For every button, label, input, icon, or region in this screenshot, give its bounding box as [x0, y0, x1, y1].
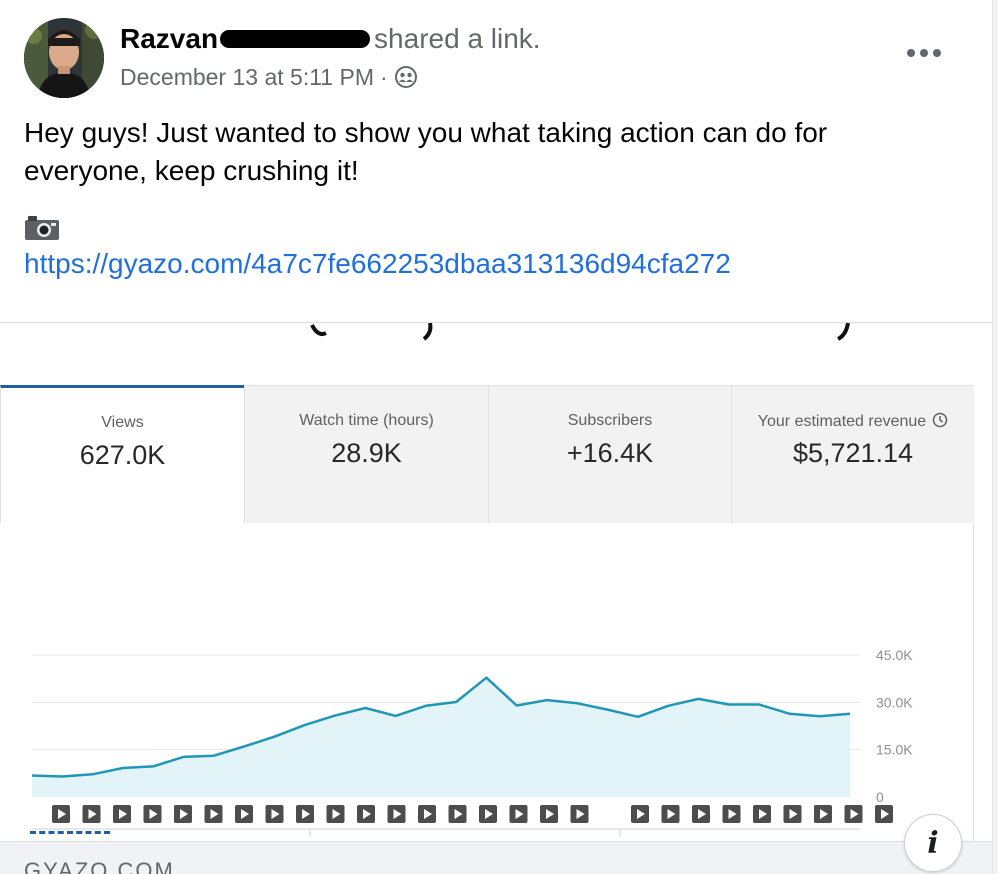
post-meta: December 13 at 5:11 PM ·	[120, 62, 418, 92]
tab-revenue[interactable]: Your estimated revenue $5,721.14	[731, 385, 974, 523]
views-area	[32, 677, 850, 797]
friends-icon[interactable]	[394, 65, 418, 89]
video-marker-icon[interactable]	[296, 805, 314, 823]
video-marker-icon[interactable]	[143, 805, 162, 823]
video-marker-icon[interactable]	[814, 805, 832, 823]
tab-value: $5,721.14	[792, 438, 914, 468]
cropped-heading-fragment	[310, 323, 850, 341]
y-tick-label: 0	[876, 789, 884, 805]
preview-footer-mark	[30, 831, 110, 835]
camera-icon	[24, 214, 60, 242]
preview-site: GYAZO.COM	[24, 858, 175, 874]
more-options-button[interactable]	[900, 36, 948, 72]
post-link[interactable]: https://gyazo.com/4a7c7fe662253dbaa31313…	[24, 246, 731, 282]
tab-subscribers[interactable]: Subscribers +16.4K	[488, 385, 731, 523]
analytics-panel: Views 627.0K Watch time (hours) 28.9K Su…	[0, 385, 974, 874]
link-preview[interactable]: Views 627.0K Watch time (hours) 28.9K Su…	[0, 323, 992, 874]
y-tick-label: 30.0K	[876, 694, 913, 710]
video-marker-icon[interactable]	[570, 805, 589, 823]
tab-value: +16.4K	[566, 438, 654, 468]
video-marker-icon[interactable]	[479, 805, 497, 823]
tab-label: Your estimated revenue	[732, 412, 974, 431]
post-text: Hey guys! Just wanted to show you what t…	[24, 117, 828, 186]
video-marker-icon[interactable]	[82, 805, 101, 823]
tab-label: Views	[101, 414, 144, 431]
video-marker-icon[interactable]	[357, 805, 375, 823]
tab-label: Subscribers	[567, 412, 653, 429]
video-marker-icon[interactable]	[722, 805, 741, 823]
tab-value: 28.9K	[331, 438, 402, 468]
post-header: Razvan shared a link.	[120, 22, 541, 56]
video-marker-icon[interactable]	[52, 805, 70, 823]
video-marker-icon[interactable]	[418, 805, 436, 823]
video-marker-icon[interactable]	[875, 805, 893, 823]
author-avatar[interactable]	[24, 18, 104, 98]
metric-tabs: Views 627.0K Watch time (hours) 28.9K Su…	[0, 385, 974, 523]
video-marker-icon[interactable]	[448, 805, 467, 823]
video-marker-icon[interactable]	[235, 805, 253, 823]
more-options-icon	[906, 45, 942, 63]
author-name[interactable]: Razvan	[120, 23, 218, 54]
clock-icon	[932, 412, 948, 428]
video-marker-icon[interactable]	[509, 805, 528, 823]
post-card: Razvan shared a link. December 13 at 5:11…	[0, 0, 998, 874]
views-chart-svg: 45.0K 30.0K 15.0K 0	[31, 647, 913, 837]
video-marker-icon[interactable]	[540, 805, 558, 823]
post-timestamp[interactable]: December 13 at 5:11 PM	[120, 62, 374, 92]
redaction-mark	[220, 29, 371, 48]
tab-views[interactable]: Views 627.0K	[0, 385, 244, 523]
video-marker-icon[interactable]	[844, 805, 863, 823]
video-marker-icon[interactable]	[265, 805, 284, 823]
tab-value: 627.0K	[79, 440, 166, 470]
video-marker-icon[interactable]	[631, 805, 649, 823]
video-marker-icon[interactable]	[113, 805, 131, 823]
info-icon: i	[927, 825, 939, 861]
y-tick-label: 45.0K	[876, 647, 913, 663]
y-tick-label: 15.0K	[876, 742, 913, 758]
video-marker-icon[interactable]	[204, 805, 223, 823]
meta-separator: ·	[379, 64, 388, 90]
tab-label: Watch time (hours)	[299, 412, 434, 429]
action-text: shared a link.	[374, 23, 541, 54]
video-marker-icon[interactable]	[692, 805, 710, 823]
video-marker-icon[interactable]	[174, 805, 192, 823]
video-marker-icon[interactable]	[783, 805, 802, 823]
info-button[interactable]: i	[904, 814, 962, 872]
video-marker-icon[interactable]	[387, 805, 406, 823]
tab-watch-time[interactable]: Watch time (hours) 28.9K	[244, 385, 488, 523]
video-marker-icon[interactable]	[753, 805, 771, 823]
video-marker-icon[interactable]	[661, 805, 680, 823]
video-marker-icon[interactable]	[326, 805, 345, 823]
card-edge	[992, 0, 998, 874]
tab-label-text: Your estimated revenue	[757, 413, 927, 430]
preview-footer[interactable]: GYAZO.COM	[0, 841, 992, 874]
views-chart: 45.0K 30.0K 15.0K 0	[0, 585, 974, 874]
